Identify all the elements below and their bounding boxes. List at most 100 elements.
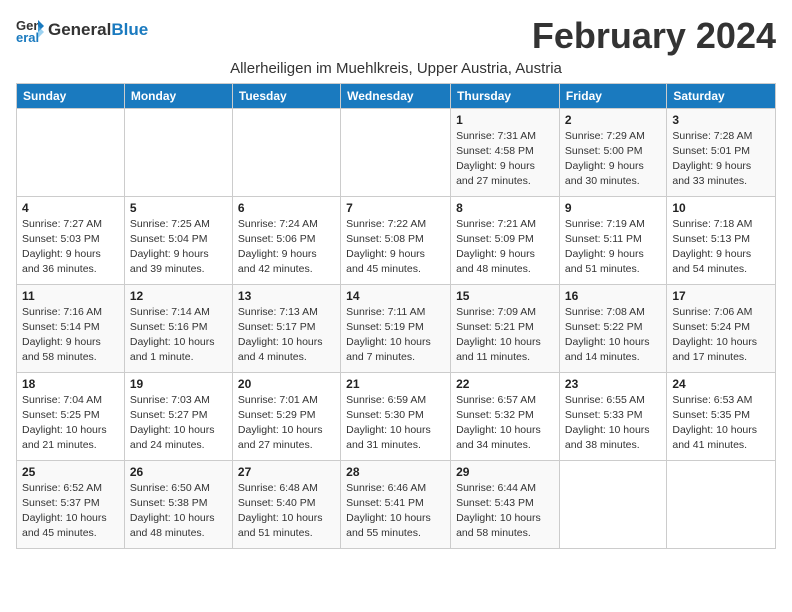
- logo-blue: Blue: [111, 20, 148, 39]
- day-number: 19: [130, 377, 227, 391]
- week-row-2: 4 Sunrise: 7:27 AMSunset: 5:03 PMDaylight…: [17, 196, 776, 284]
- header-tuesday: Tuesday: [232, 83, 340, 108]
- cell-3-2: 20 Sunrise: 7:01 AMSunset: 5:29 PMDayligh…: [232, 372, 340, 460]
- header-monday: Monday: [124, 83, 232, 108]
- day-number: 3: [672, 113, 770, 127]
- cell-2-5: 16Sunrise: 7:08 AMSunset: 5:22 PMDayligh…: [559, 284, 666, 372]
- logo-icon: Gen eral: [16, 16, 44, 44]
- day-info: Sunrise: 7:31 AMSunset: 4:58 PMDaylight:…: [456, 129, 554, 190]
- day-info: Sunrise: 7:14 AMSunset: 5:16 PMDaylight:…: [130, 305, 227, 366]
- title-block: February 2024: [532, 16, 776, 56]
- week-row-4: 18 Sunrise: 7:04 AMSunset: 5:25 PMDayligh…: [17, 372, 776, 460]
- day-number: 9: [565, 201, 661, 215]
- subtitle: Allerheiligen im Muehlkreis, Upper Austr…: [16, 60, 776, 77]
- cell-2-1: 12 Sunrise: 7:14 AMSunset: 5:16 PMDayligh…: [124, 284, 232, 372]
- cell-1-3: 7 Sunrise: 7:22 AMSunset: 5:08 PMDaylight…: [341, 196, 451, 284]
- day-number: 7: [346, 201, 445, 215]
- page-header: Gen eral GeneralBlue February 2024: [16, 16, 776, 56]
- day-number: 21: [346, 377, 445, 391]
- day-number: 29: [456, 465, 554, 479]
- day-info: Sunrise: 7:19 AMSunset: 5:11 PMDaylight:…: [565, 217, 661, 278]
- cell-0-4: 1 Sunrise: 7:31 AMSunset: 4:58 PMDaylight…: [451, 108, 560, 196]
- day-info: Sunrise: 7:16 AMSunset: 5:14 PMDaylight:…: [22, 305, 119, 366]
- day-number: 25: [22, 465, 119, 479]
- day-info: Sunrise: 7:01 AMSunset: 5:29 PMDaylight:…: [238, 393, 335, 454]
- day-number: 20: [238, 377, 335, 391]
- day-number: 28: [346, 465, 445, 479]
- day-info: Sunrise: 7:29 AMSunset: 5:00 PMDaylight:…: [565, 129, 661, 190]
- week-row-5: 25Sunrise: 6:52 AMSunset: 5:37 PMDayligh…: [17, 460, 776, 548]
- cell-3-3: 21 Sunrise: 6:59 AMSunset: 5:30 PMDayligh…: [341, 372, 451, 460]
- day-info: Sunrise: 7:28 AMSunset: 5:01 PMDaylight:…: [672, 129, 770, 190]
- month-title: February 2024: [532, 16, 776, 56]
- day-info: Sunrise: 6:59 AMSunset: 5:30 PMDaylight:…: [346, 393, 445, 454]
- header-sunday: Sunday: [17, 83, 125, 108]
- header-saturday: Saturday: [667, 83, 776, 108]
- day-number: 26: [130, 465, 227, 479]
- cell-4-3: 28Sunrise: 6:46 AMSunset: 5:41 PMDayligh…: [341, 460, 451, 548]
- cell-1-2: 6 Sunrise: 7:24 AMSunset: 5:06 PMDaylight…: [232, 196, 340, 284]
- day-number: 24: [672, 377, 770, 391]
- header-thursday: Thursday: [451, 83, 560, 108]
- day-info: Sunrise: 7:27 AMSunset: 5:03 PMDaylight:…: [22, 217, 119, 278]
- header-wednesday: Wednesday: [341, 83, 451, 108]
- day-number: 6: [238, 201, 335, 215]
- cell-2-6: 17Sunrise: 7:06 AMSunset: 5:24 PMDayligh…: [667, 284, 776, 372]
- cell-1-1: 5Sunrise: 7:25 AMSunset: 5:04 PMDaylight…: [124, 196, 232, 284]
- day-number: 11: [22, 289, 119, 303]
- cell-3-1: 19 Sunrise: 7:03 AMSunset: 5:27 PMDayligh…: [124, 372, 232, 460]
- cell-1-4: 8Sunrise: 7:21 AMSunset: 5:09 PMDaylight…: [451, 196, 560, 284]
- day-info: Sunrise: 6:53 AMSunset: 5:35 PMDaylight:…: [672, 393, 770, 454]
- day-number: 12: [130, 289, 227, 303]
- day-info: Sunrise: 6:50 AMSunset: 5:38 PMDaylight:…: [130, 481, 227, 542]
- day-number: 13: [238, 289, 335, 303]
- cell-3-6: 24 Sunrise: 6:53 AMSunset: 5:35 PMDayligh…: [667, 372, 776, 460]
- cell-2-3: 14Sunrise: 7:11 AMSunset: 5:19 PMDayligh…: [341, 284, 451, 372]
- cell-4-6: [667, 460, 776, 548]
- day-info: Sunrise: 7:18 AMSunset: 5:13 PMDaylight:…: [672, 217, 770, 278]
- day-info: Sunrise: 6:55 AMSunset: 5:33 PMDaylight:…: [565, 393, 661, 454]
- cell-2-2: 13Sunrise: 7:13 AMSunset: 5:17 PMDayligh…: [232, 284, 340, 372]
- day-info: Sunrise: 7:22 AMSunset: 5:08 PMDaylight:…: [346, 217, 445, 278]
- day-number: 16: [565, 289, 661, 303]
- cell-3-0: 18 Sunrise: 7:04 AMSunset: 5:25 PMDayligh…: [17, 372, 125, 460]
- cell-4-0: 25Sunrise: 6:52 AMSunset: 5:37 PMDayligh…: [17, 460, 125, 548]
- day-number: 8: [456, 201, 554, 215]
- day-info: Sunrise: 6:57 AMSunset: 5:32 PMDaylight:…: [456, 393, 554, 454]
- logo: Gen eral GeneralBlue: [16, 16, 148, 44]
- day-number: 2: [565, 113, 661, 127]
- header-friday: Friday: [559, 83, 666, 108]
- cell-3-5: 23 Sunrise: 6:55 AMSunset: 5:33 PMDayligh…: [559, 372, 666, 460]
- cell-1-5: 9 Sunrise: 7:19 AMSunset: 5:11 PMDaylight…: [559, 196, 666, 284]
- day-info: Sunrise: 7:11 AMSunset: 5:19 PMDaylight:…: [346, 305, 445, 366]
- cell-1-0: 4 Sunrise: 7:27 AMSunset: 5:03 PMDaylight…: [17, 196, 125, 284]
- day-info: Sunrise: 7:03 AMSunset: 5:27 PMDaylight:…: [130, 393, 227, 454]
- cell-3-4: 22 Sunrise: 6:57 AMSunset: 5:32 PMDayligh…: [451, 372, 560, 460]
- day-number: 4: [22, 201, 119, 215]
- cell-2-4: 15 Sunrise: 7:09 AMSunset: 5:21 PMDayligh…: [451, 284, 560, 372]
- cell-0-6: 3 Sunrise: 7:28 AMSunset: 5:01 PMDaylight…: [667, 108, 776, 196]
- cell-4-1: 26 Sunrise: 6:50 AMSunset: 5:38 PMDayligh…: [124, 460, 232, 548]
- day-number: 15: [456, 289, 554, 303]
- week-row-1: 1 Sunrise: 7:31 AMSunset: 4:58 PMDaylight…: [17, 108, 776, 196]
- cell-1-6: 10 Sunrise: 7:18 AMSunset: 5:13 PMDayligh…: [667, 196, 776, 284]
- day-number: 23: [565, 377, 661, 391]
- cell-4-5: [559, 460, 666, 548]
- day-info: Sunrise: 7:25 AMSunset: 5:04 PMDaylight:…: [130, 217, 227, 278]
- calendar-table: Sunday Monday Tuesday Wednesday Thursday…: [16, 83, 776, 549]
- day-number: 10: [672, 201, 770, 215]
- days-header-row: Sunday Monday Tuesday Wednesday Thursday…: [17, 83, 776, 108]
- cell-0-2: [232, 108, 340, 196]
- cell-0-5: 2 Sunrise: 7:29 AMSunset: 5:00 PMDaylight…: [559, 108, 666, 196]
- day-info: Sunrise: 7:06 AMSunset: 5:24 PMDaylight:…: [672, 305, 770, 366]
- svg-text:eral: eral: [16, 30, 39, 44]
- cell-4-2: 27Sunrise: 6:48 AMSunset: 5:40 PMDayligh…: [232, 460, 340, 548]
- day-number: 1: [456, 113, 554, 127]
- day-info: Sunrise: 7:24 AMSunset: 5:06 PMDaylight:…: [238, 217, 335, 278]
- day-number: 27: [238, 465, 335, 479]
- cell-0-0: [17, 108, 125, 196]
- day-info: Sunrise: 7:04 AMSunset: 5:25 PMDaylight:…: [22, 393, 119, 454]
- day-number: 18: [22, 377, 119, 391]
- day-number: 22: [456, 377, 554, 391]
- day-info: Sunrise: 7:09 AMSunset: 5:21 PMDaylight:…: [456, 305, 554, 366]
